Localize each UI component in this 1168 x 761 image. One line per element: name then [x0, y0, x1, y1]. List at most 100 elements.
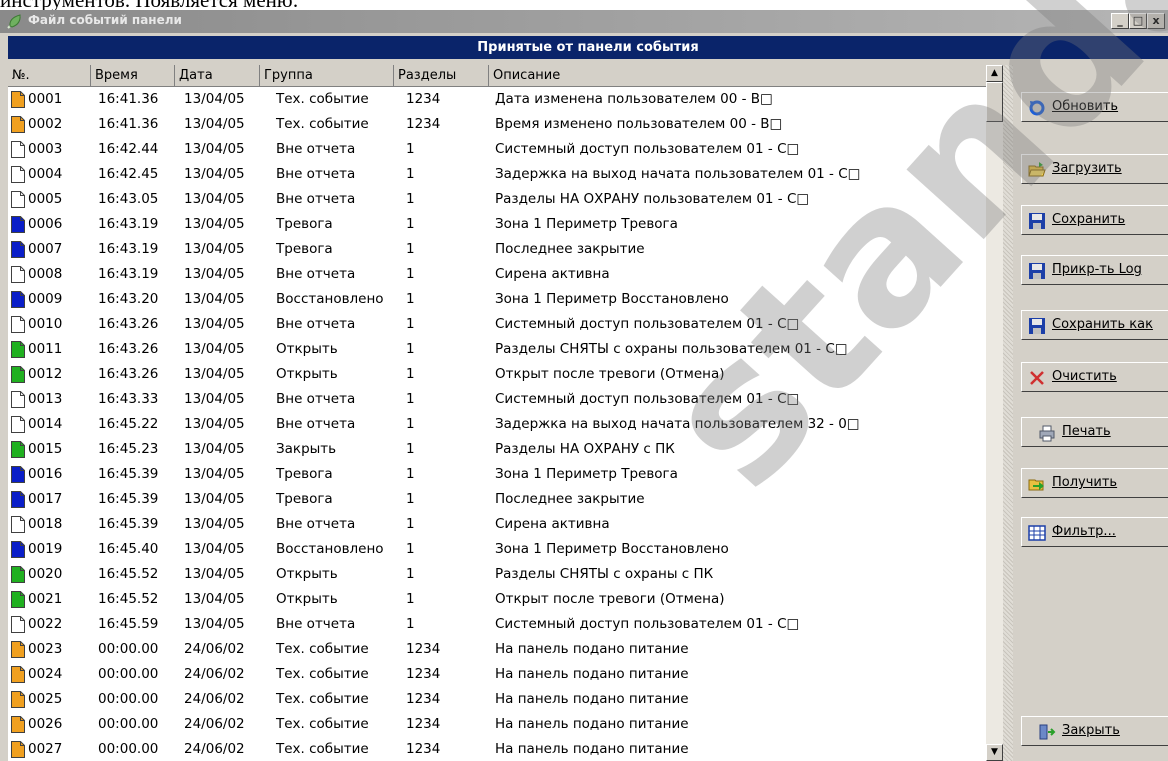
cell-time: 16:45.40	[98, 541, 159, 557]
window-close-button[interactable]: x	[1147, 13, 1165, 29]
table-row[interactable]: 0012 16:43.26 13/04/05 Открыть 1 Открыт после…	[8, 362, 986, 387]
cell-desc: На панель подано питание	[495, 666, 689, 682]
table-row[interactable]: 0022 16:45.59 13/04/05 Вне отчета 1 Системный…	[8, 612, 986, 637]
clear-label: Очистить	[1052, 369, 1117, 384]
column-header-date[interactable]: Дата	[175, 65, 260, 87]
cell-num: 0006	[28, 216, 63, 232]
cell-group: Вне отчета	[276, 141, 356, 157]
column-header-partitions[interactable]: Разделы	[394, 65, 489, 87]
table-row[interactable]: 0002 16:41.36 13/04/05 Тех. событие 1234 Врем…	[8, 112, 986, 137]
cell-desc: Зона 1 Периметр Тревога	[495, 216, 678, 232]
cell-time: 16:43.05	[98, 191, 159, 207]
table-row[interactable]: 0001 16:41.36 13/04/05 Тех. событие 1234 Дата…	[8, 87, 986, 112]
cell-desc: Задержка на выход начата пользователем 3…	[495, 416, 860, 432]
table-row[interactable]: 0013 16:43.33 13/04/05 Вне отчета 1 Системный…	[8, 387, 986, 412]
cell-parts: 1	[406, 541, 415, 557]
table-row[interactable]: 0014 16:45.22 13/04/05 Вне отчета 1 Задержка …	[8, 412, 986, 437]
blue-event-doc-icon	[11, 541, 25, 558]
white-event-doc-icon	[11, 616, 25, 633]
table-row[interactable]: 0004 16:42.45 13/04/05 Вне отчета 1 Задержка …	[8, 162, 986, 187]
floppy-disk-icon	[1029, 318, 1045, 334]
column-header-number[interactable]: №.	[8, 65, 91, 87]
table-row[interactable]: 0027 00:00.00 24/06/02 Тех. событие 1234 На п…	[8, 737, 986, 761]
cell-desc: На панель подано питание	[495, 641, 689, 657]
cell-group: Вне отчета	[276, 191, 356, 207]
save-as-button[interactable]: Сохранить как	[1021, 310, 1168, 340]
table-row[interactable]: 0008 16:43.19 13/04/05 Вне отчета 1 Сирена ак…	[8, 262, 986, 287]
cell-num: 0026	[28, 716, 63, 732]
table-row[interactable]: 0020 16:45.52 13/04/05 Открыть 1 Разделы СНЯТ…	[8, 562, 986, 587]
table-row[interactable]: 0026 00:00.00 24/06/02 Тех. событие 1234 На п…	[8, 712, 986, 737]
cell-desc: Системный доступ пользователем 01 - С□	[495, 141, 800, 157]
cell-desc: Последнее закрытие	[495, 491, 645, 507]
cell-desc: На панель подано питание	[495, 741, 689, 757]
cell-time: 16:45.39	[98, 491, 159, 507]
cell-num: 0017	[28, 491, 63, 507]
floppy-disk-icon	[1029, 263, 1045, 279]
vertical-scrollbar[interactable]: ▲ ▼	[986, 65, 1003, 761]
green-event-doc-icon	[11, 341, 25, 358]
cell-time: 16:45.23	[98, 441, 159, 457]
table-row[interactable]: 0009 16:43.20 13/04/05 Восстановлено 1 Зона 1…	[8, 287, 986, 312]
close-button[interactable]: Закрыть	[1021, 716, 1168, 746]
cell-num: 0001	[28, 91, 63, 107]
cell-desc: Разделы СНЯТЫ с охраны с ПК	[495, 566, 714, 582]
events-table: №. Время Дата Группа Разделы Описание 00…	[8, 65, 986, 761]
cell-num: 0020	[28, 566, 63, 582]
cell-parts: 1234	[406, 641, 441, 657]
table-row[interactable]: 0023 00:00.00 24/06/02 Тех. событие 1234 На п…	[8, 637, 986, 662]
table-row[interactable]: 0024 00:00.00 24/06/02 Тех. событие 1234 На п…	[8, 662, 986, 687]
cell-group: Вне отчета	[276, 166, 356, 182]
receive-button[interactable]: Получить	[1021, 468, 1168, 498]
clear-button[interactable]: Очистить	[1021, 362, 1168, 392]
cell-time: 00:00.00	[98, 716, 159, 732]
scroll-down-icon[interactable]: ▼	[986, 744, 1003, 761]
filter-label: Фильтр...	[1052, 524, 1116, 539]
load-label: Загрузить	[1052, 161, 1122, 176]
table-row[interactable]: 0021 16:45.52 13/04/05 Открыть 1 Открыт после…	[8, 587, 986, 612]
scroll-up-icon[interactable]: ▲	[986, 65, 1003, 82]
table-row[interactable]: 0005 16:43.05 13/04/05 Вне отчета 1 Разделы Н…	[8, 187, 986, 212]
document-caption: инструментов. Появляется меню:	[0, 0, 299, 12]
cell-desc: Разделы СНЯТЫ с охраны пользователем 01 …	[495, 341, 848, 357]
save-label: Сохранить	[1052, 212, 1126, 227]
table-row[interactable]: 0003 16:42.44 13/04/05 Вне отчета 1 Системный…	[8, 137, 986, 162]
print-button[interactable]: Печать	[1021, 417, 1168, 447]
table-row[interactable]: 0019 16:45.40 13/04/05 Восстановлено 1 Зона 1…	[8, 537, 986, 562]
table-row[interactable]: 0011 16:43.26 13/04/05 Открыть 1 Разделы СНЯТ…	[8, 337, 986, 362]
column-header-group[interactable]: Группа	[260, 65, 394, 87]
cell-date: 13/04/05	[184, 416, 245, 432]
attach-log-button[interactable]: Прикр-ть Log	[1021, 255, 1168, 285]
cell-date: 13/04/05	[184, 91, 245, 107]
cell-date: 13/04/05	[184, 191, 245, 207]
cell-date: 13/04/05	[184, 591, 245, 607]
column-header-time[interactable]: Время	[91, 65, 175, 87]
cell-date: 13/04/05	[184, 266, 245, 282]
load-button[interactable]: Загрузить	[1021, 154, 1168, 184]
cell-date: 13/04/05	[184, 116, 245, 132]
cell-date: 13/04/05	[184, 316, 245, 332]
cell-num: 0016	[28, 466, 63, 482]
cell-time: 16:43.20	[98, 291, 159, 307]
table-row[interactable]: 0007 16:43.19 13/04/05 Тревога 1 Последнее за…	[8, 237, 986, 262]
cell-num: 0011	[28, 341, 63, 357]
table-row[interactable]: 0010 16:43.26 13/04/05 Вне отчета 1 Системный…	[8, 312, 986, 337]
table-row[interactable]: 0015 16:45.23 13/04/05 Закрыть 1 Разделы НА О…	[8, 437, 986, 462]
table-row[interactable]: 0006 16:43.19 13/04/05 Тревога 1 Зона 1 Перим…	[8, 212, 986, 237]
refresh-button[interactable]: Обновить	[1021, 92, 1168, 122]
column-header-description[interactable]: Описание	[489, 65, 986, 87]
scroll-thumb[interactable]	[986, 82, 1003, 122]
table-row[interactable]: 0017 16:45.39 13/04/05 Тревога 1 Последнее за…	[8, 487, 986, 512]
maximize-button[interactable]: □	[1129, 13, 1147, 29]
minimize-button[interactable]: _	[1111, 13, 1129, 29]
cell-num: 0010	[28, 316, 63, 332]
cell-group: Тех. событие	[276, 666, 369, 682]
cell-date: 24/06/02	[184, 741, 245, 757]
table-row[interactable]: 0018 16:45.39 13/04/05 Вне отчета 1 Сирена ак…	[8, 512, 986, 537]
filter-button[interactable]: Фильтр...	[1021, 517, 1168, 547]
save-button[interactable]: Сохранить	[1021, 205, 1168, 235]
table-row[interactable]: 0025 00:00.00 24/06/02 Тех. событие 1234 На п…	[8, 687, 986, 712]
table-row[interactable]: 0016 16:45.39 13/04/05 Тревога 1 Зона 1 Перим…	[8, 462, 986, 487]
panel-splitter[interactable]	[1003, 65, 1013, 761]
orange-event-doc-icon	[11, 716, 25, 733]
